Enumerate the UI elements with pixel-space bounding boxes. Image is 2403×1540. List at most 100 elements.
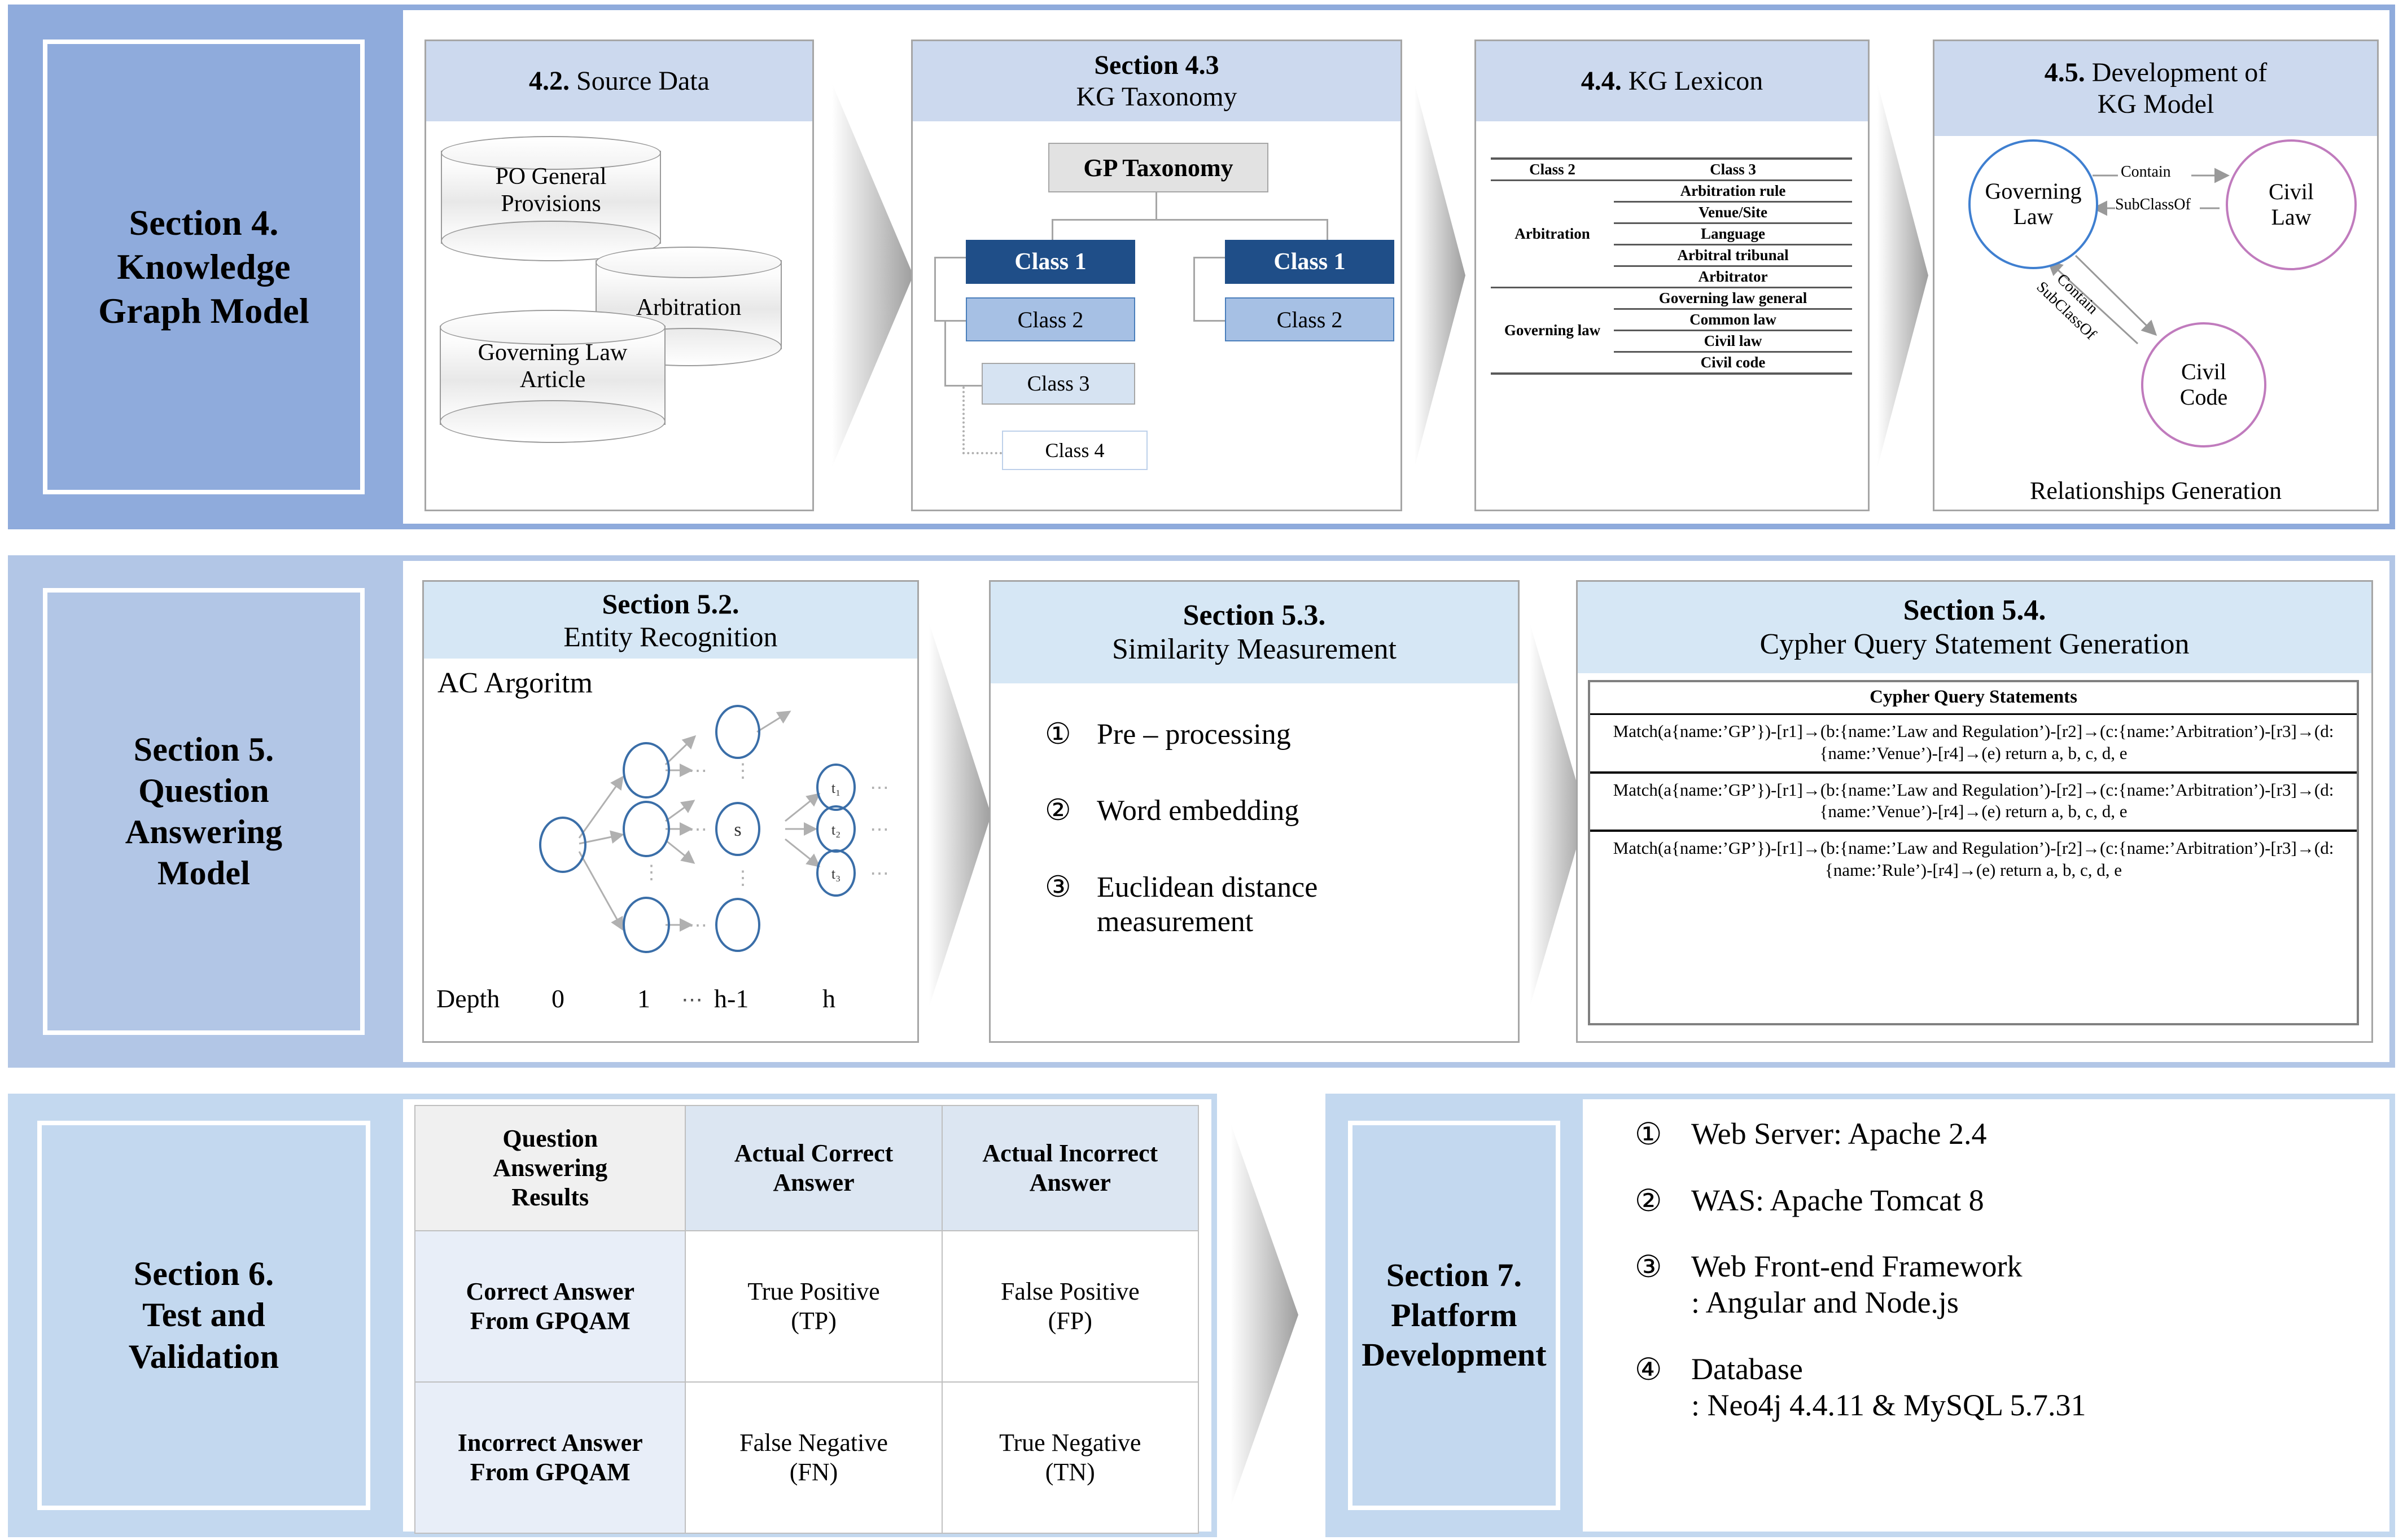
panel-cypher-query-header-line-2: Cypher Query Statement Generation — [1759, 628, 2190, 660]
section-7-title-line-3: Development — [1362, 1336, 1547, 1374]
taxonomy-right-class-2: Class 2 — [1225, 297, 1394, 341]
list-item-text: Pre – processing — [1097, 718, 1291, 751]
taxonomy-right-class-1: Class 1 — [1225, 240, 1394, 284]
cyl-label-line-1: PO General — [495, 164, 607, 190]
confusion-matrix-col-header-incorrect: Actual Incorrect Answer — [941, 1105, 1200, 1231]
kg-lexicon-col-class3: Class 3 — [1614, 157, 1852, 181]
panel-kg-model-header-line-1: 4.5. Development of — [2045, 57, 2268, 89]
table-row: Arbitration Arbitration rule — [1491, 180, 1852, 288]
section-5-title-line-1: Section 5. — [133, 730, 274, 768]
panel-kg-model: 4.5. Development of KG Model Governing L… — [1933, 40, 2379, 511]
depth-tick-h: h — [822, 984, 835, 1013]
row-2-band: Section 5. Question Answering Model Sect… — [0, 555, 2403, 1068]
panel-kg-model-header: 4.5. Development of KG Model — [1934, 41, 2377, 136]
cylinder-governing-law-article-label: Governing Law Article — [440, 339, 666, 394]
svg-text:⋯: ⋯ — [870, 819, 889, 840]
section-7-sidebar-inner: Section 7. Platform Development — [1348, 1121, 1560, 1510]
kg-lexicon-cell: Venue/Site — [1614, 201, 1852, 224]
flow-arrow-4-2-to-4-3 — [832, 84, 913, 467]
node-label-line-2: Code — [2179, 384, 2228, 410]
list-item: ③ Euclidean distance measurement — [1045, 870, 1496, 940]
list-item-number: ③ — [1045, 871, 1071, 903]
col-header-line-1: Actual Incorrect — [982, 1139, 1158, 1168]
list-item-number: ② — [1045, 795, 1071, 827]
list-item: ① Web Server: Apache 2.4 — [1635, 1116, 2380, 1152]
section-5-title-line-2: Question — [138, 771, 269, 809]
svg-text:⋯: ⋯ — [688, 761, 707, 782]
list-item-text-line-2: : Angular and Node.js — [1691, 1285, 1959, 1320]
taxonomy-right-sub-hline-1 — [1193, 257, 1226, 258]
ac-algorithm-title: AC Argoritm — [437, 667, 593, 699]
list-item-text: Web Front-end Framework : Angular and No… — [1691, 1249, 2023, 1320]
kg-lexicon-group-arbitration: Arbitration — [1491, 180, 1614, 288]
panel-similarity-measurement-header-line-1: Section 5.3. — [1183, 599, 1326, 631]
depth-tick-h-1: h-1 — [714, 984, 749, 1013]
taxonomy-left-class-1-label: Class 1 — [1014, 249, 1087, 275]
kg-lexicon-table: Class 2 Class 3 Arbitration Arbitration … — [1491, 157, 1852, 375]
panel-cypher-query: Section 5.4. Cypher Query Statement Gene… — [1576, 580, 2373, 1043]
list-item-text: WAS: Apache Tomcat 8 — [1691, 1183, 1984, 1219]
kg-lexicon-header-row: Class 2 Class 3 — [1491, 157, 1852, 181]
svg-text:⋮: ⋮ — [733, 868, 752, 889]
col-header-line-2: Answer — [773, 1169, 855, 1196]
node-label-line-2: Law — [2271, 204, 2312, 230]
svg-text:⋮: ⋮ — [733, 761, 752, 782]
panel-cypher-query-body: Cypher Query Statements Match(a{name:’GP… — [1578, 673, 2371, 1041]
col-header-line-2: Answer — [1029, 1169, 1111, 1196]
confusion-matrix-cell-fn: False Negative (FN) — [685, 1381, 943, 1534]
row-header-line-2: From GPQAM — [470, 1307, 631, 1335]
panel-kg-taxonomy-header-line-1: Section 4.3 — [1094, 50, 1219, 81]
node-label-line-2: Law — [2013, 204, 2054, 229]
taxonomy-left-sub-dotted-h — [962, 452, 1002, 454]
svg-text:t₂: t₂ — [831, 822, 841, 838]
cypher-query-table: Cypher Query Statements Match(a{name:’GP… — [1588, 680, 2359, 1025]
table-row: Incorrect Answer From GPQAM False Negati… — [414, 1381, 1200, 1534]
row-header-line-2: From GPQAM — [470, 1458, 631, 1486]
section-4-title-line-3: Graph Model — [98, 291, 309, 331]
list-item-text: Database : Neo4j 4.4.11 & MySQL 5.7.31 — [1691, 1352, 2086, 1423]
cylinder-po-general-provisions: PO General Provisions — [441, 136, 661, 263]
section-5-sidebar-inner: Section 5. Question Answering Model — [43, 588, 365, 1035]
cell-line-1: False Negative — [739, 1429, 888, 1457]
panel-kg-model-label: Development of — [2085, 58, 2268, 88]
section-5-title: Section 5. Question Answering Model — [125, 729, 282, 894]
cell-line-1: True Negative — [999, 1429, 1141, 1457]
panel-entity-recognition: Section 5.2. Entity Recognition AC Argor… — [422, 580, 919, 1043]
kg-lexicon-cell: Arbitrator — [1614, 266, 1852, 288]
taxonomy-root-box: GP Taxonomy — [1048, 143, 1268, 192]
taxonomy-left-class-3-label: Class 3 — [1027, 372, 1090, 396]
confusion-matrix-corner: Question Answering Results — [414, 1105, 686, 1231]
section-6-title-line-1: Section 6. — [133, 1255, 274, 1293]
row-1-band: Section 4. Knowledge Graph Model 4.2. So… — [0, 5, 2403, 529]
section-7-title-line-2: Platform — [1391, 1296, 1517, 1333]
node-civil-code-label: Civil Code — [2180, 359, 2227, 410]
cell-line-1: False Positive — [1000, 1278, 1140, 1306]
node-label-line-1: Civil — [2181, 359, 2227, 385]
corner-line-3: Results — [511, 1183, 589, 1211]
panel-kg-lexicon-number: 4.4. — [1581, 66, 1622, 96]
list-item-text-line-1: Web Server: Apache 2.4 — [1691, 1117, 1987, 1151]
section-6-title-line-2: Test and — [142, 1296, 265, 1334]
panel-kg-taxonomy-header-line-2: KG Taxonomy — [1076, 82, 1237, 112]
svg-text:⋯: ⋯ — [688, 819, 707, 840]
list-item: ② WAS: Apache Tomcat 8 — [1635, 1183, 2380, 1219]
panel-kg-model-body: Governing Law Civil Law Civil Code Conta… — [1934, 136, 2377, 510]
list-item-number: ① — [1635, 1117, 1662, 1151]
kg-lexicon-cell: Language — [1614, 223, 1852, 245]
taxonomy-right-sub-hline-2 — [1193, 320, 1226, 322]
kg-lexicon-col-class2: Class 2 — [1491, 157, 1614, 181]
taxonomy-root-label: GP Taxonomy — [1083, 153, 1233, 182]
panel-source-data-header-text: 4.2. Source Data — [529, 65, 710, 97]
confusion-matrix-cell-fp: False Positive (FP) — [941, 1230, 1200, 1383]
taxonomy-left-sub-vline-1 — [934, 257, 936, 322]
section-5-title-line-3: Answering — [125, 813, 283, 850]
panel-kg-taxonomy-body: GP Taxonomy Class 1 Class 2 Class 3 Clas… — [913, 121, 1400, 510]
list-item: ① Pre – processing — [1045, 717, 1496, 752]
kg-lexicon-cell: Common law — [1614, 309, 1852, 331]
node-governing-law-label: Governing Law — [1985, 178, 2081, 230]
flow-arrow-4-4-to-4-5 — [1877, 84, 1928, 467]
confusion-matrix-cell-tp: True Positive (TP) — [685, 1230, 943, 1383]
taxonomy-left-class-4-label: Class 4 — [1045, 439, 1105, 462]
diagram-canvas: Section 4. Knowledge Graph Model 4.2. So… — [0, 0, 2403, 1540]
confusion-matrix-row-header-correct: Correct Answer From GPQAM — [414, 1230, 686, 1383]
